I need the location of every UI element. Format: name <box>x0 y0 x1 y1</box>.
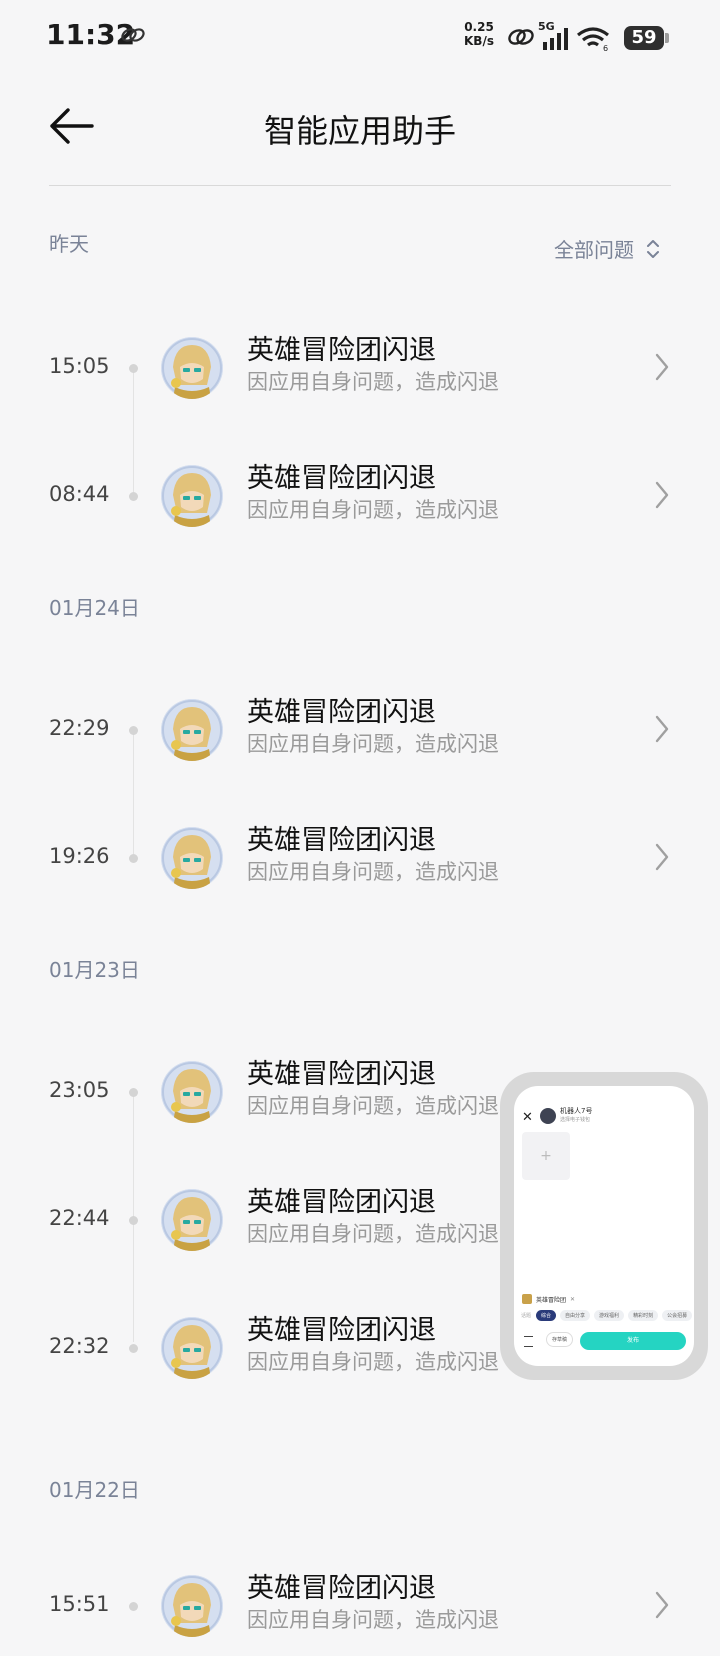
topic-tags: 话题 综合 自由分享 游戏福利 精彩时刻 公会招募 <box>520 1310 693 1321</box>
close-icon[interactable]: ✕ <box>522 1110 533 1125</box>
tag-chip[interactable]: 自由分享 <box>560 1310 591 1321</box>
menu-icon[interactable] <box>524 1336 533 1347</box>
add-image-button[interactable]: + <box>522 1132 570 1180</box>
list-item[interactable]: 22:29 英雄冒险团闪退 因应用自身问题，造成闪退 <box>0 684 720 780</box>
floating-mini-window[interactable]: ✕ 机器人7号 选择电子钱包 + 英雄冒险团 ✕ 话题 综合 自由分享 游戏福利… <box>500 1072 708 1380</box>
item-title: 英雄冒险团闪退 <box>247 1315 436 1346</box>
save-draft-button[interactable]: 存草稿 <box>546 1332 574 1347</box>
game-app-icon <box>161 337 223 399</box>
list-item[interactable]: 15:05 英雄冒险团闪退 因应用自身问题，造成闪退 <box>0 322 720 418</box>
item-time: 22:29 <box>49 716 110 740</box>
floating-window-content[interactable]: ✕ 机器人7号 选择电子钱包 + 英雄冒险团 ✕ 话题 综合 自由分享 游戏福利… <box>514 1086 694 1366</box>
timeline-dot <box>129 1216 138 1225</box>
chevron-right-icon <box>655 715 669 743</box>
game-app-icon <box>161 465 223 527</box>
chevron-right-icon <box>655 1591 669 1619</box>
game-app-icon <box>161 1317 223 1379</box>
item-time: 08:44 <box>49 482 110 506</box>
item-subtitle: 因应用自身问题，造成闪退 <box>247 1222 499 1246</box>
game-tag[interactable]: 英雄冒险团 ✕ <box>522 1294 575 1304</box>
chevron-right-icon <box>655 843 669 871</box>
tag-chip[interactable]: 公会招募 <box>662 1310 693 1321</box>
item-title: 英雄冒险团闪退 <box>247 463 436 494</box>
item-time: 22:32 <box>49 1334 110 1358</box>
timeline-dot <box>129 854 138 863</box>
timeline-dot <box>129 1602 138 1611</box>
item-subtitle: 因应用自身问题，造成闪退 <box>247 860 499 884</box>
remove-tag-icon[interactable]: ✕ <box>570 1296 575 1303</box>
item-time: 19:26 <box>49 844 110 868</box>
chevron-right-icon <box>655 353 669 381</box>
game-app-icon <box>161 1061 223 1123</box>
group-label-date: 01月23日 <box>49 958 140 982</box>
game-app-icon <box>161 1575 223 1637</box>
avatar <box>540 1108 556 1124</box>
item-title: 英雄冒险团闪退 <box>247 1059 436 1090</box>
game-icon <box>522 1294 532 1304</box>
item-title: 英雄冒险团闪退 <box>247 825 436 856</box>
group-label-date: 01月22日 <box>49 1478 140 1502</box>
list-item[interactable]: 19:26 英雄冒险团闪退 因应用自身问题，造成闪退 <box>0 812 720 908</box>
item-subtitle: 因应用自身问题，造成闪退 <box>247 498 499 522</box>
timeline-dot <box>129 364 138 373</box>
tag-chip[interactable]: 综合 <box>536 1310 557 1321</box>
item-subtitle: 因应用自身问题，造成闪退 <box>247 1350 499 1374</box>
chevron-right-icon <box>655 481 669 509</box>
item-title: 英雄冒险团闪退 <box>247 1573 436 1604</box>
tag-chip[interactable]: 游戏福利 <box>594 1310 625 1321</box>
item-time: 15:51 <box>49 1592 110 1616</box>
list-item[interactable]: 08:44 英雄冒险团闪退 因应用自身问题，造成闪退 <box>0 450 720 546</box>
item-subtitle: 因应用自身问题，造成闪退 <box>247 732 499 756</box>
user-subtitle: 选择电子钱包 <box>560 1117 591 1123</box>
game-app-icon <box>161 827 223 889</box>
item-subtitle: 因应用自身问题，造成闪退 <box>247 1608 499 1632</box>
game-app-icon <box>161 1189 223 1251</box>
item-time: 15:05 <box>49 354 110 378</box>
timeline-dot <box>129 726 138 735</box>
timeline-dot <box>129 1088 138 1097</box>
floating-window-actions: 存草稿 发布 <box>522 1332 686 1350</box>
game-tag-label: 英雄冒险团 <box>536 1296 567 1304</box>
user-name: 机器人7号 <box>560 1107 593 1115</box>
game-app-icon <box>161 699 223 761</box>
tag-label: 话题 <box>521 1313 532 1319</box>
item-title: 英雄冒险团闪退 <box>247 335 436 366</box>
item-subtitle: 因应用自身问题，造成闪退 <box>247 1094 499 1118</box>
group-label-date: 01月24日 <box>49 596 140 620</box>
item-title: 英雄冒险团闪退 <box>247 1187 436 1218</box>
timeline-dot <box>129 492 138 501</box>
item-time: 22:44 <box>49 1206 110 1230</box>
item-title: 英雄冒险团闪退 <box>247 697 436 728</box>
timeline-dot <box>129 1344 138 1353</box>
item-subtitle: 因应用自身问题，造成闪退 <box>247 370 499 394</box>
list-item[interactable]: 15:51 英雄冒险团闪退 因应用自身问题，造成闪退 <box>0 1560 720 1656</box>
publish-button[interactable]: 发布 <box>580 1332 686 1350</box>
item-time: 23:05 <box>49 1078 110 1102</box>
tag-chip[interactable]: 精彩时刻 <box>628 1310 659 1321</box>
